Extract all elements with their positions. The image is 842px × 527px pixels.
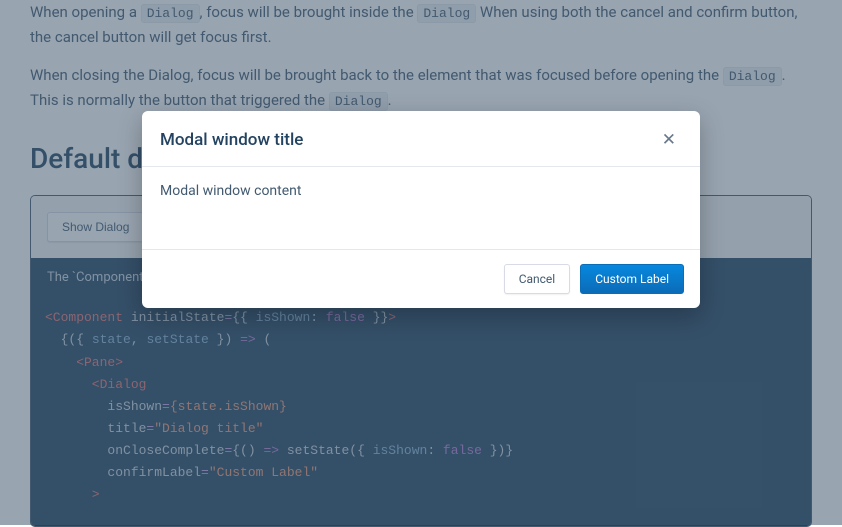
modal-body: Modal window content: [142, 167, 700, 249]
close-icon[interactable]: ✕: [656, 127, 682, 152]
modal-dialog: Modal window title ✕ Modal window conten…: [142, 111, 700, 308]
confirm-button[interactable]: Custom Label: [580, 264, 684, 294]
modal-footer: Cancel Custom Label: [142, 249, 700, 308]
modal-header: Modal window title ✕: [142, 111, 700, 167]
cancel-button[interactable]: Cancel: [504, 264, 571, 294]
modal-title: Modal window title: [160, 130, 303, 150]
